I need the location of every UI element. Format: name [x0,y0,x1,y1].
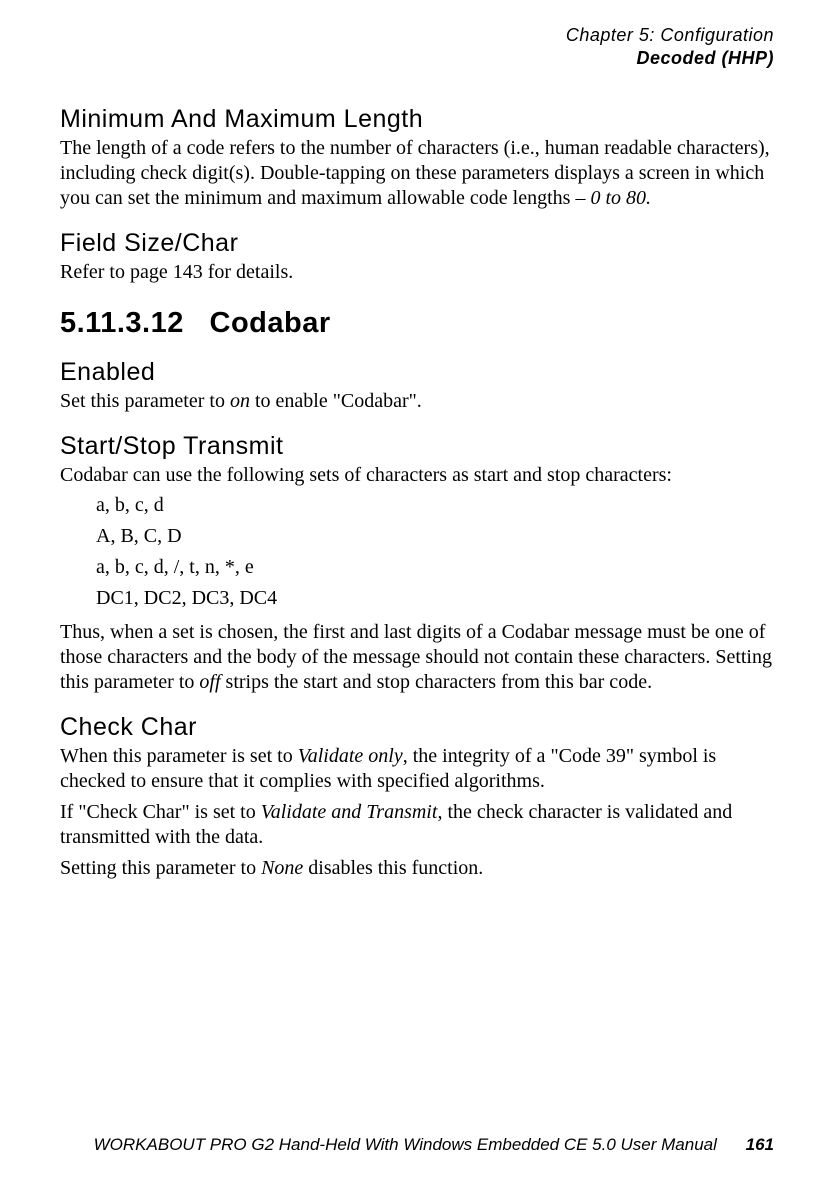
heading-enabled: Enabled [60,358,774,387]
char-set-item: DC1, DC2, DC3, DC4 [96,583,774,614]
heading-min-max-length: Minimum And Maximum Length [60,105,774,134]
char-set-list: a, b, c, d A, B, C, D a, b, c, d, /, t, … [96,490,774,614]
page-header: Chapter 5: Configuration Decoded (HHP) [60,24,774,69]
text-fragment: When this parameter is set to [60,745,298,767]
text-min-max-length: The length of a code refers to the numbe… [60,136,774,211]
text-italic-range: 0 to 80. [590,187,651,209]
char-set-item: a, b, c, d [96,490,774,521]
text-start-stop-intro: Codabar can use the following sets of ch… [60,463,774,488]
footer-page-number: 161 [746,1135,774,1154]
page-footer: WORKABOUT PRO G2 Hand-Held With Windows … [60,1135,774,1155]
heading-codabar: 5.11.3.12 Codabar [60,307,774,340]
text-fragment: strips the start and stop characters fro… [221,671,653,693]
text-italic-validate-only: Validate only [298,745,403,767]
text-italic-none: None [261,857,303,879]
footer-text: WORKABOUT PRO G2 Hand-Held With Windows … [94,1135,717,1154]
text-fragment: If "Check Char" is set to [60,801,261,823]
heading-number: 5.11.3.12 [60,307,184,339]
char-set-item: a, b, c, d, /, t, n, *, e [96,552,774,583]
heading-start-stop-transmit: Start/Stop Transmit [60,432,774,461]
text-check-char-2: If "Check Char" is set to Validate and T… [60,800,774,850]
text-check-char-3: Setting this parameter to None disables … [60,856,774,881]
text-fragment: to enable "Codabar". [250,390,422,412]
header-chapter: Chapter 5: Configuration [60,24,774,47]
text-enabled: Set this parameter to on to enable "Coda… [60,389,774,414]
text-fragment: The length of a code refers to the numbe… [60,137,770,209]
text-italic-off: off [199,671,220,693]
text-fragment: Setting this parameter to [60,857,261,879]
heading-field-size-char: Field Size/Char [60,229,774,258]
text-field-size-char: Refer to page 143 for details. [60,260,774,285]
text-italic-validate-transmit: Validate and Transmit [261,801,438,823]
header-section: Decoded (HHP) [60,47,774,70]
text-italic-on: on [230,390,250,412]
heading-check-char: Check Char [60,713,774,742]
text-check-char-1: When this parameter is set to Validate o… [60,744,774,794]
text-fragment: disables this function. [303,857,483,879]
text-fragment: Set this parameter to [60,390,230,412]
page: Chapter 5: Configuration Decoded (HHP) M… [0,0,834,1193]
text-start-stop-body: Thus, when a set is chosen, the first an… [60,620,774,695]
heading-title: Codabar [210,307,331,339]
char-set-item: A, B, C, D [96,521,774,552]
